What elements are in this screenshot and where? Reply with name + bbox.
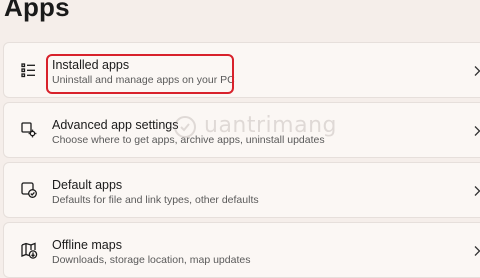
chevron-right-icon [472,125,480,137]
offline-maps-label: Offline maps [52,238,122,252]
offline-maps-download-icon [20,241,38,259]
settings-item-default-apps[interactable]: Default apps Defaults for file and link … [3,162,480,218]
installed-apps-list-icon [20,61,38,79]
default-apps-label: Default apps [52,178,123,192]
page-title: Apps [4,0,70,22]
advanced-app-settings-gear-icon [20,121,38,139]
advanced-app-settings-description: Choose where to get apps, archive apps, … [52,134,325,146]
settings-item-offline-maps[interactable]: Offline maps Downloads, storage location… [3,222,480,278]
chevron-right-icon [472,65,480,77]
highlight-box [46,54,234,94]
advanced-app-settings-label: Advanced app settings [52,118,179,132]
settings-item-advanced-app-settings[interactable]: Advanced app settings Choose where to ge… [3,102,480,158]
chevron-right-icon [472,245,480,257]
offline-maps-description: Downloads, storage location, map updates [52,254,251,266]
default-apps-check-icon [20,181,38,199]
default-apps-description: Defaults for file and link types, other … [52,194,259,206]
chevron-right-icon [472,185,480,197]
